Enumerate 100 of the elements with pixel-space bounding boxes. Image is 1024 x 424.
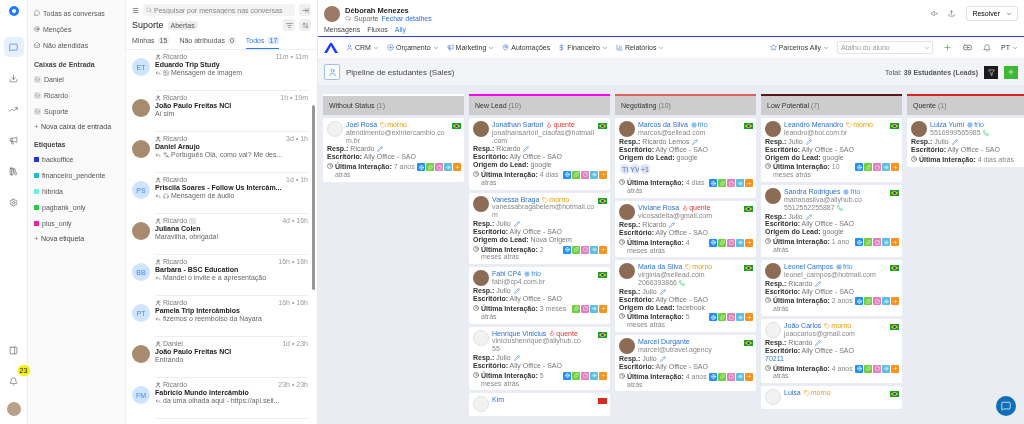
globe-button[interactable] [417, 163, 425, 172]
add-button[interactable] [453, 163, 461, 172]
puzzle-button[interactable] [718, 372, 726, 381]
view-button[interactable] [444, 163, 452, 172]
view-button[interactable] [590, 170, 598, 179]
photo-placeholder [765, 121, 781, 137]
puzzle-button[interactable] [864, 364, 872, 373]
puzzle-button[interactable] [572, 170, 580, 179]
puzzle-button[interactable] [572, 304, 580, 313]
caret-icon [488, 44, 495, 51]
note-button[interactable] [727, 313, 735, 322]
note-button[interactable] [727, 179, 735, 188]
add-button[interactable] [891, 163, 899, 172]
tag-icon [685, 264, 692, 271]
puzzle-button[interactable] [572, 371, 580, 380]
user-avatar[interactable] [6, 402, 21, 416]
add-button[interactable] [1004, 65, 1018, 79]
add-button[interactable] [941, 41, 954, 54]
note-button[interactable] [581, 170, 589, 179]
view-button[interactable] [736, 313, 744, 322]
app-logo[interactable] [8, 6, 19, 16]
globe-button[interactable] [709, 372, 717, 381]
puzzle-button[interactable] [864, 163, 872, 172]
view-button[interactable] [736, 179, 744, 188]
view-button[interactable] [882, 364, 890, 373]
add-button[interactable] [891, 238, 899, 247]
globe-button[interactable] [563, 371, 571, 380]
note-button[interactable] [873, 364, 881, 373]
puzzle-button[interactable] [718, 238, 726, 247]
globe-button[interactable] [709, 313, 717, 322]
sort-icon [301, 21, 309, 29]
view-icon [883, 239, 889, 245]
view-button[interactable] [882, 297, 890, 306]
view-icon [591, 373, 597, 379]
puzzle-button[interactable] [718, 313, 726, 322]
plus-circle-icon [386, 44, 394, 51]
add-button[interactable] [891, 297, 899, 306]
note-button[interactable] [435, 163, 443, 172]
note-button[interactable] [581, 245, 589, 254]
view-button[interactable] [736, 238, 744, 247]
note-icon [582, 247, 588, 253]
note-button[interactable] [727, 372, 735, 381]
note-button[interactable] [727, 238, 735, 247]
note-button[interactable] [873, 163, 881, 172]
globe-button[interactable] [563, 170, 571, 179]
scrollbar[interactable] [312, 105, 315, 290]
globe-button[interactable] [855, 297, 863, 306]
collapse-button[interactable] [299, 4, 311, 16]
conversations-button[interactable] [3, 37, 24, 57]
view-button[interactable] [590, 245, 598, 254]
clock-icon [473, 371, 479, 378]
export-button[interactable] [945, 7, 958, 20]
view-button[interactable] [882, 163, 890, 172]
view-button[interactable] [882, 238, 890, 247]
clock-icon [765, 364, 771, 371]
notifications-button[interactable] [981, 41, 994, 54]
globe-button[interactable] [855, 364, 863, 373]
globe-button[interactable] [709, 238, 717, 247]
app-logo[interactable] [324, 42, 338, 53]
flame-icon [549, 330, 556, 337]
view-button[interactable] [590, 304, 598, 313]
puzzle-icon [573, 172, 579, 178]
globe-button[interactable] [563, 245, 571, 254]
photo-placeholder [473, 121, 489, 137]
puzzle-button[interactable] [864, 238, 872, 247]
note-button[interactable] [581, 304, 589, 313]
globe-button[interactable] [709, 179, 717, 188]
globe-button[interactable] [855, 163, 863, 172]
add-button[interactable] [745, 372, 753, 381]
view-button[interactable] [590, 371, 598, 380]
clock-icon [765, 163, 771, 170]
filter-icon [987, 68, 995, 76]
view-icon [591, 172, 597, 178]
sort-button[interactable] [299, 19, 311, 31]
pipeline-button[interactable] [324, 64, 340, 80]
caret-icon [372, 44, 379, 51]
puzzle-button[interactable] [572, 245, 580, 254]
note-button[interactable] [873, 297, 881, 306]
add-button[interactable] [599, 304, 607, 313]
add-button[interactable] [745, 313, 753, 322]
add-button[interactable] [599, 371, 607, 380]
filter-button[interactable] [984, 65, 998, 79]
puzzle-button[interactable] [718, 179, 726, 188]
globe-icon [564, 373, 570, 379]
puzzle-button[interactable] [426, 163, 434, 172]
note-icon [874, 298, 880, 304]
puzzle-button[interactable] [864, 297, 872, 306]
add-button[interactable] [599, 170, 607, 179]
globe-button[interactable] [855, 238, 863, 247]
note-button[interactable] [581, 371, 589, 380]
view-button[interactable] [736, 372, 744, 381]
add-button[interactable] [745, 179, 753, 188]
caret-icon [1012, 44, 1018, 51]
brazil-flag-icon [890, 264, 899, 271]
add-button[interactable] [745, 238, 753, 247]
note-button[interactable] [873, 238, 881, 247]
add-button[interactable] [599, 245, 607, 254]
puzzle-icon [865, 239, 871, 245]
photo-placeholder [473, 270, 489, 287]
add-button[interactable] [891, 364, 899, 373]
